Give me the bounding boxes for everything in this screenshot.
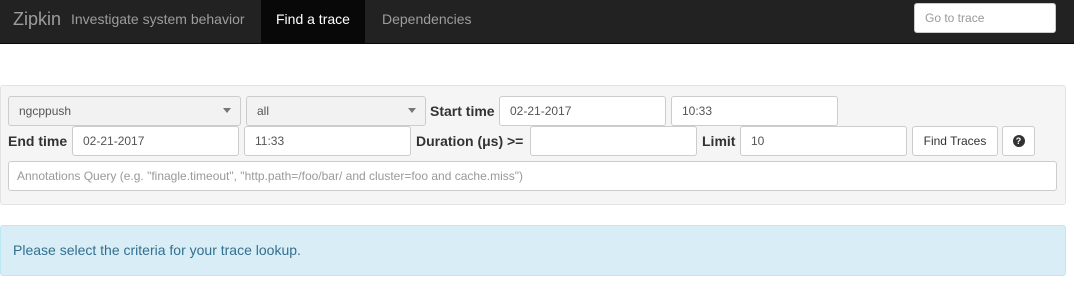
caret-down-icon xyxy=(223,108,231,113)
span-name-select[interactable]: all xyxy=(246,96,426,126)
tab-find-a-trace[interactable]: Find a trace xyxy=(261,0,365,44)
service-name-select[interactable]: ngcppush xyxy=(8,96,241,126)
span-name-value: all xyxy=(257,104,270,118)
limit-input[interactable]: 10 xyxy=(740,126,907,156)
brand-logo[interactable]: Zipkin xyxy=(13,0,61,44)
service-name-value: ngcppush xyxy=(19,104,72,118)
end-date-input[interactable]: 02-21-2017 xyxy=(72,126,239,156)
alert-message: Please select the criteria for your trac… xyxy=(13,242,301,258)
question-circle-icon: ? xyxy=(1012,134,1025,147)
start-date-input[interactable]: 02-21-2017 xyxy=(499,96,666,126)
start-time-label: Start time xyxy=(430,103,495,119)
duration-input[interactable] xyxy=(530,126,697,156)
start-time-input[interactable]: 10:33 xyxy=(671,96,838,126)
duration-label: Duration (μs) >= xyxy=(416,133,524,149)
caret-down-icon xyxy=(408,108,416,113)
limit-label: Limit xyxy=(702,133,736,149)
goto-trace-input[interactable] xyxy=(914,3,1056,33)
navbar: Zipkin Investigate system behavior Find … xyxy=(0,0,1074,44)
info-alert: Please select the criteria for your trac… xyxy=(0,225,1066,276)
tab-dependencies[interactable]: Dependencies xyxy=(367,0,487,44)
find-traces-button[interactable]: Find Traces xyxy=(912,126,998,156)
brand-tagline: Investigate system behavior xyxy=(71,11,245,27)
end-time-input[interactable]: 11:33 xyxy=(244,126,411,156)
help-button[interactable]: ? xyxy=(1002,126,1035,156)
annotations-query-input[interactable] xyxy=(8,161,1057,191)
search-form: ngcppush all Start time 02-21-2017 10:33… xyxy=(0,85,1066,205)
end-time-label: End time xyxy=(8,133,68,149)
